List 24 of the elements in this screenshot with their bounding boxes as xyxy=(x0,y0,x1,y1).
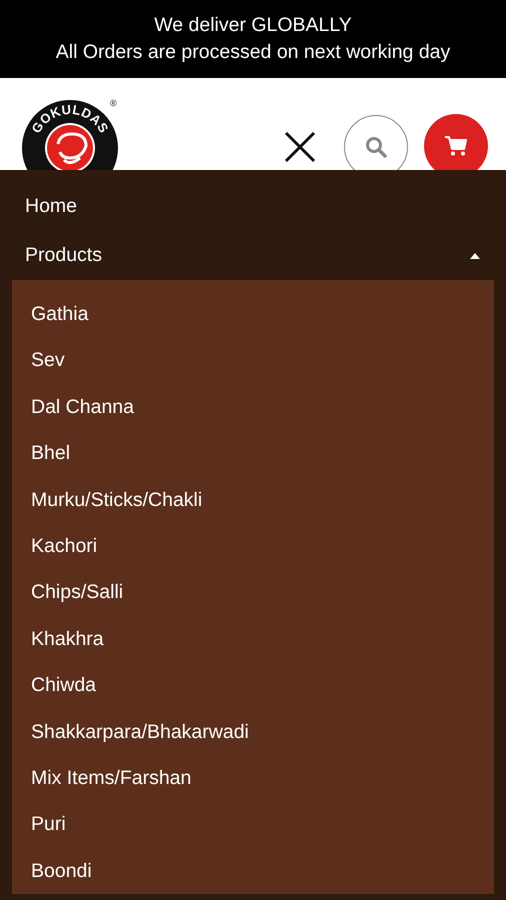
submenu-item[interactable]: Mix Items/Farshan xyxy=(31,754,192,802)
menu-item[interactable]: Products xyxy=(25,244,102,267)
submenu-item[interactable]: Gathia xyxy=(31,291,88,338)
submenu-item[interactable]: Khakhra xyxy=(31,616,104,662)
close-button[interactable] xyxy=(283,130,317,164)
submenu-item[interactable]: Boondi xyxy=(31,848,92,894)
submenu-item[interactable]: Bhel xyxy=(31,430,70,477)
cart-button[interactable] xyxy=(424,114,488,170)
submenu-item[interactable]: Sev xyxy=(31,337,65,384)
banner-text: All Orders are processed on next working day xyxy=(56,40,450,65)
submenu-item[interactable]: Shakkarpara/Bhakarwadi xyxy=(31,708,249,755)
submenu-item[interactable]: Murku/Sticks/Chakli xyxy=(31,476,202,523)
submenu-item[interactable]: Puri xyxy=(31,801,66,848)
banner-text: We deliver GLOBALLY xyxy=(154,13,352,38)
caret-up-icon[interactable] xyxy=(470,252,480,258)
submenu-item[interactable]: Chiwda xyxy=(31,662,96,709)
submenu-item[interactable]: Chips/Salli xyxy=(31,569,124,616)
cart-icon xyxy=(444,135,468,157)
close-icon xyxy=(283,130,317,164)
menu-item[interactable]: Home xyxy=(25,195,78,218)
submenu-item[interactable]: Dal Channa xyxy=(31,384,134,430)
submenu-item[interactable]: Kachori xyxy=(31,522,98,570)
search-icon xyxy=(365,136,387,158)
search-button[interactable] xyxy=(344,115,408,170)
